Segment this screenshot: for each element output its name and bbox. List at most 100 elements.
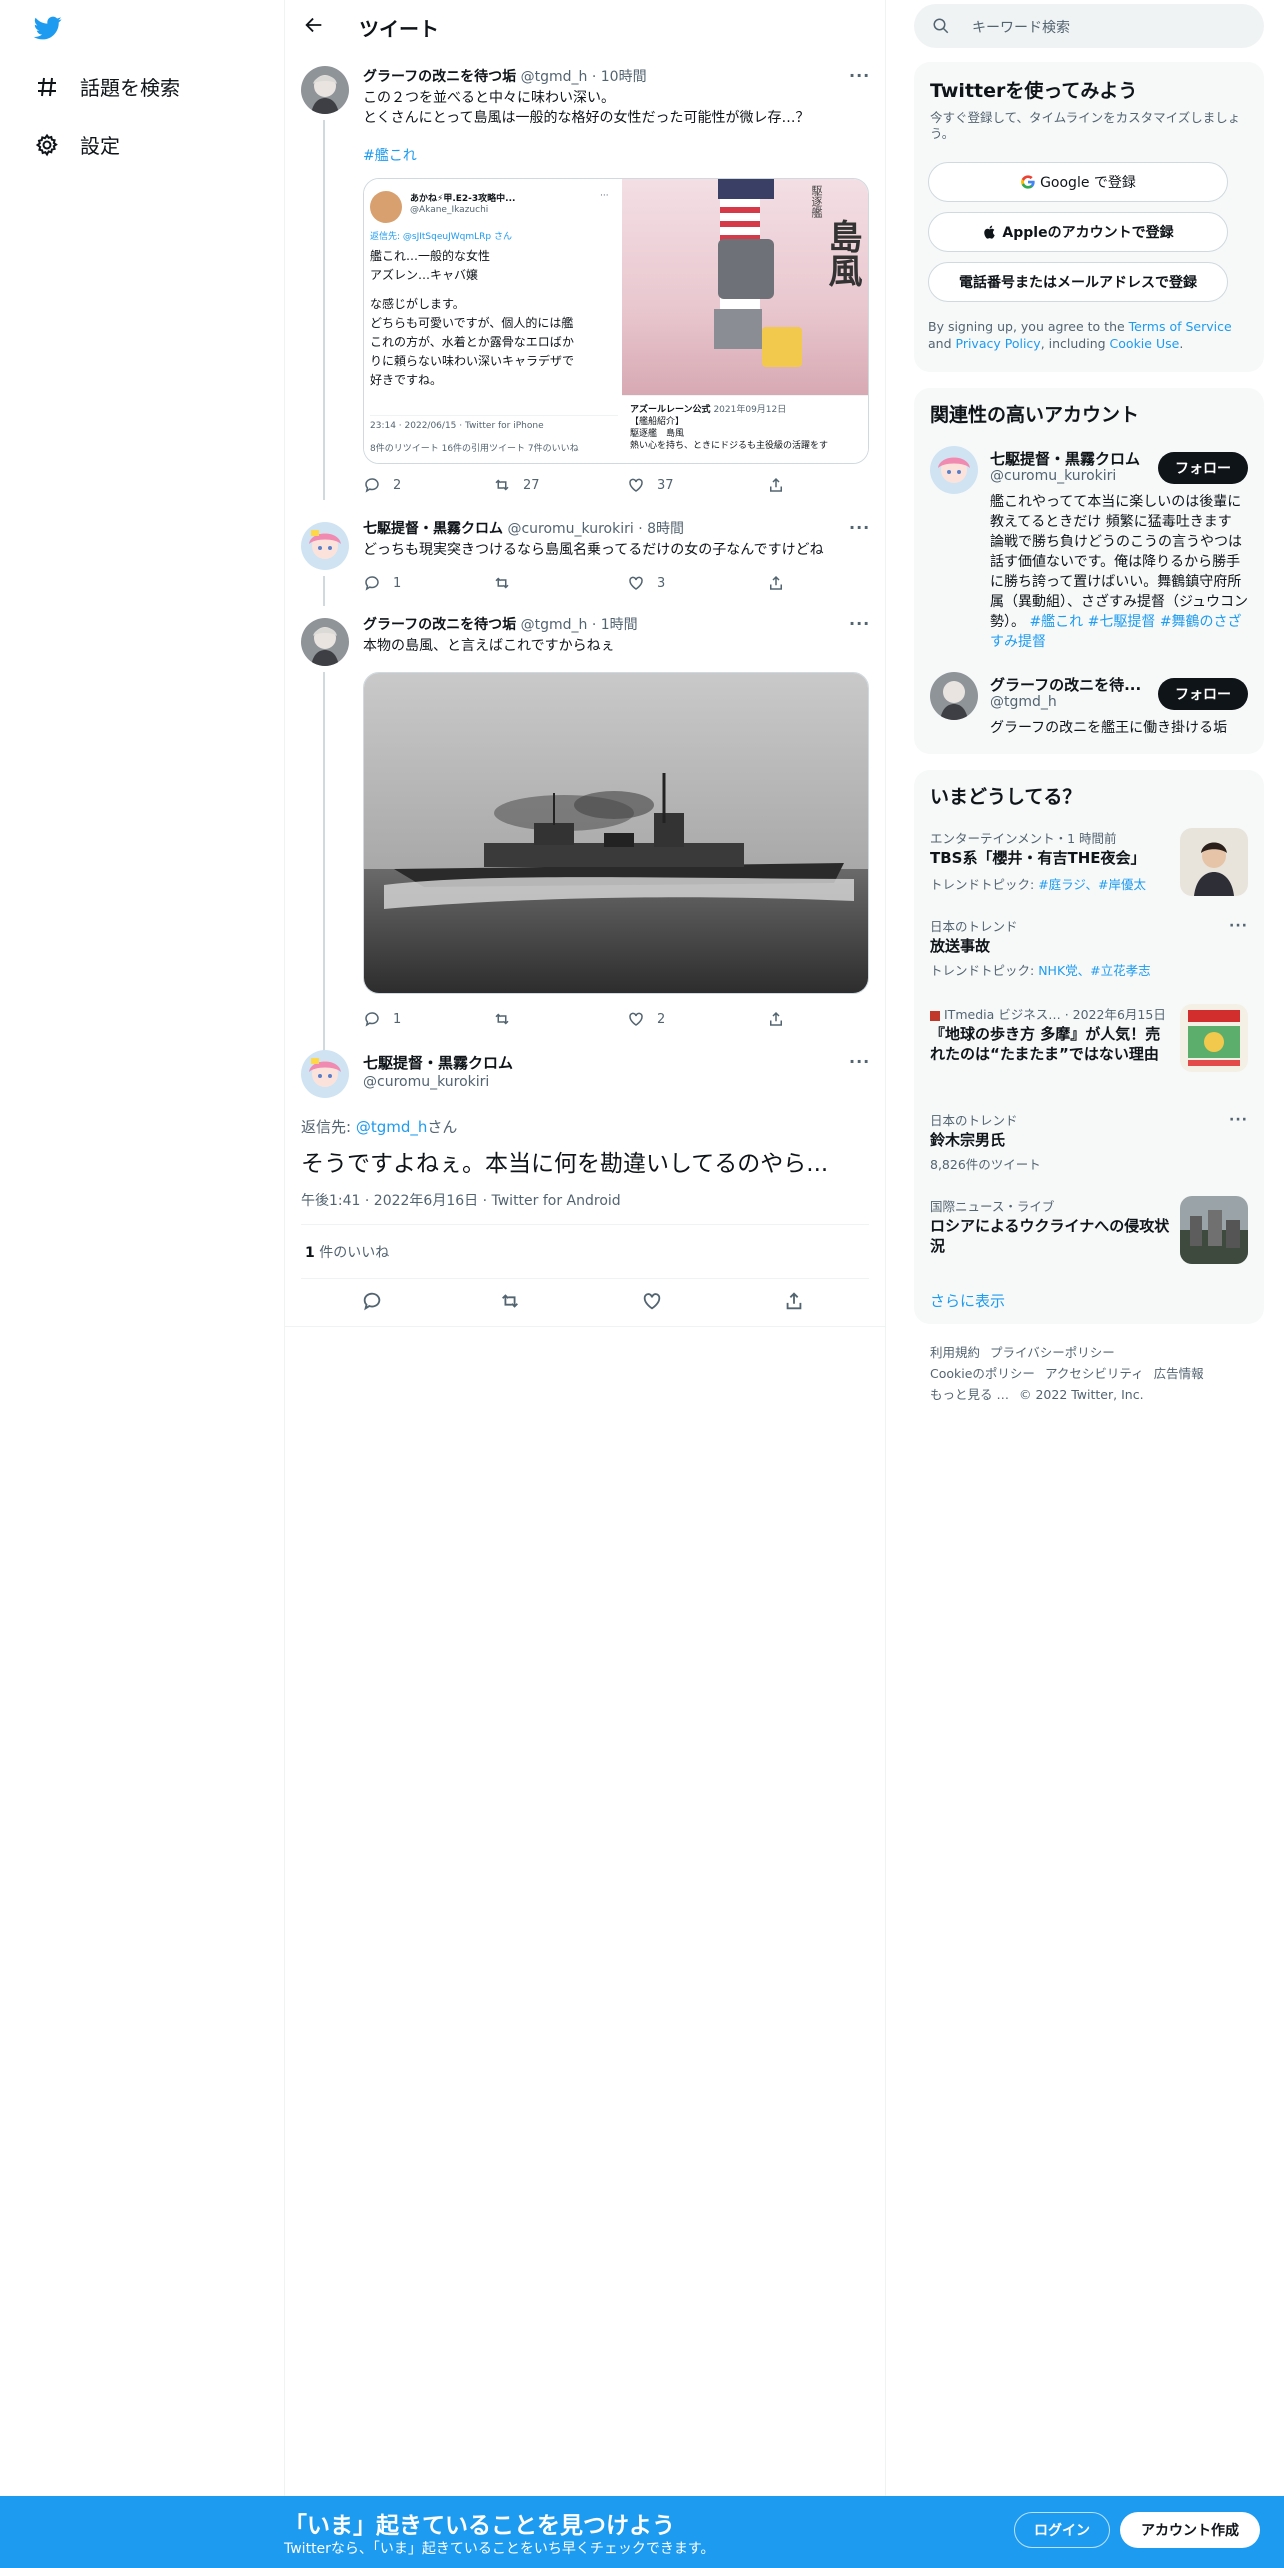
author-name[interactable]: 七駆提督・黒霧クロム [363, 521, 503, 537]
follow-button[interactable]: フォロー [1158, 678, 1248, 710]
retweet-button[interactable] [493, 574, 523, 592]
twitter-logo-icon[interactable] [32, 14, 64, 44]
footer-more-link[interactable]: もっと見る … [930, 1387, 1009, 1402]
more-options-icon[interactable]: ··· [1229, 918, 1248, 934]
poster-title: 島風 [822, 219, 862, 287]
quote-body: 艦これ…一般的な女性 アズレン…キャバ嬢 な感じがします。 どちらも可愛いですが… [370, 247, 618, 390]
avatar[interactable] [301, 522, 349, 570]
trend-item[interactable]: 日本のトレンド 放送事故 トレンドトピック: NHK党、#立花孝志 ··· [914, 916, 1264, 978]
account-handle[interactable]: @curomu_kurokiri [990, 468, 1116, 484]
avatar[interactable] [301, 1050, 349, 1098]
trend-title: 放送事故 [930, 937, 991, 955]
share-button[interactable] [783, 1290, 807, 1314]
tweet-text-line: この２つを並べると中々に味わい深い。 [363, 90, 615, 106]
trend-title: 『地球の歩き方 多摩』が人気！売れたのは“たまたま”ではない理由 [930, 1025, 1161, 1063]
trends-title: いまどうしてる？ [930, 786, 1082, 808]
signup-button[interactable]: アカウント作成 [1120, 2512, 1260, 2548]
phone-signup-label: 電話番号またはメールアドレスで登録 [959, 275, 1197, 291]
show-more-link[interactable]: さらに表示 [930, 1290, 1005, 1311]
retweet-button[interactable] [493, 1010, 523, 1028]
tweet-3[interactable]: グラーフの改ニを待つ垢 @tgmd_h · 1時間 ··· 本物の島風、と言えば… [285, 614, 885, 1082]
trend-item[interactable]: エンターテインメント・1 時間前 TBS系「櫻井・有吉THE夜会」 トレンドトピ… [914, 828, 1264, 900]
footer-link[interactable]: アクセシビリティ [1045, 1366, 1144, 1381]
more-options-icon[interactable]: ··· [849, 518, 869, 537]
tweet-1[interactable]: グラーフの改ニを待つ垢 @tgmd_h · 10時間 ··· この２つを並べると… [285, 62, 885, 502]
related-account[interactable]: 七駆提督・黒霧クロム @curomu_kurokiri フォロー 艦これやってて… [914, 446, 1264, 656]
like-button[interactable]: 37 [627, 476, 674, 494]
more-options-icon[interactable]: ··· [1229, 1112, 1248, 1128]
author-name[interactable]: 七駆提督・黒霧クロム [363, 1052, 513, 1073]
reply-handle-link[interactable]: @tgmd_h [356, 1118, 428, 1136]
reply-to: 返信先: @tgmd_hさん [301, 1116, 457, 1137]
avatar[interactable] [301, 618, 349, 666]
nav-settings[interactable]: 設定 [34, 130, 120, 159]
like-button[interactable]: 3 [627, 574, 665, 592]
reply-button[interactable]: 2 [363, 476, 401, 494]
reply-button[interactable] [361, 1290, 385, 1314]
retweet-button[interactable] [499, 1290, 523, 1314]
tweet-time[interactable]: 8時間 [647, 521, 684, 537]
reply-button[interactable]: 1 [363, 1010, 401, 1028]
login-button[interactable]: ログイン [1014, 2512, 1110, 2548]
phone-signup-button[interactable]: 電話番号またはメールアドレスで登録 [928, 262, 1228, 302]
share-icon [770, 1011, 782, 1026]
privacy-policy-link[interactable]: Privacy Policy [956, 336, 1041, 351]
quote-more-icon: ··· [600, 191, 609, 201]
tweet-time[interactable]: 10時間 [601, 69, 647, 85]
tweet-timestamp[interactable]: 午後1:41 · 2022年6月16日 · Twitter for Androi… [301, 1190, 621, 1210]
more-options-icon[interactable]: ··· [849, 66, 869, 85]
search-placeholder: キーワード検索 [972, 20, 1070, 36]
trend-item[interactable]: 国際ニュース・ライブ ロシアによるウクライナへの侵攻状況 [914, 1196, 1264, 1266]
hashtag-link[interactable]: #艦これ [363, 148, 417, 164]
nav-explore[interactable]: 話題を検索 [34, 72, 180, 101]
tweet-2[interactable]: 七駆提督・黒霧クロム @curomu_kurokiri · 8時間 ··· どっ… [285, 518, 885, 606]
likes-summary[interactable]: 1 件のいいね [305, 1242, 389, 1262]
quote-image-card[interactable]: あかね⚡甲.E2-3攻略中... @Akane_Ikazuchi ··· 返信先… [363, 178, 869, 464]
avatar[interactable] [930, 446, 978, 494]
google-signup-button[interactable]: Google で登録 [928, 162, 1228, 202]
footer-link[interactable]: 広告情報 [1154, 1366, 1204, 1381]
terms-text: . [1179, 336, 1184, 351]
footer-link[interactable]: プライバシーポリシー [990, 1345, 1115, 1360]
account-name[interactable]: 七駆提督・黒霧クロム [990, 448, 1140, 469]
trend-sub-links[interactable]: NHK党、#立花孝志 [1038, 963, 1150, 978]
avatar[interactable] [301, 66, 349, 114]
avatar[interactable] [930, 672, 978, 720]
account-bio-tags[interactable]: #艦これ #七駆提督 #舞鶴のさざすみ提督 [990, 614, 1242, 650]
author-handle[interactable]: @curomu_kurokiri [507, 521, 633, 537]
ship-photo[interactable] [363, 672, 869, 994]
terms-of-service-link[interactable]: Terms of Service [1129, 319, 1232, 334]
cookie-use-link[interactable]: Cookie Use [1110, 336, 1180, 351]
retweet-button[interactable]: 27 [493, 476, 540, 494]
author-handle[interactable]: @tgmd_h [521, 617, 588, 633]
copyright: © 2022 Twitter, Inc. [1018, 1387, 1144, 1402]
author-name[interactable]: グラーフの改ニを待つ垢 [363, 617, 516, 633]
account-name[interactable]: グラーフの改ニを待... [990, 674, 1141, 695]
more-options-icon[interactable]: ··· [849, 614, 869, 633]
trend-sub-links[interactable]: #庭ラジ、#岸優太 [1038, 877, 1146, 892]
account-handle[interactable]: @tgmd_h [990, 694, 1057, 710]
back-arrow-icon[interactable] [303, 14, 329, 40]
search-box[interactable]: キーワード検索 [914, 4, 1264, 48]
share-button[interactable] [767, 574, 797, 592]
reply-count: 1 [393, 1011, 402, 1027]
related-account[interactable]: グラーフの改ニを待... @tgmd_h フォロー グラーフの改ニを艦王に働き掛… [914, 672, 1264, 742]
trend-item[interactable]: 日本のトレンド 鈴木宗男氏 8,826件のツイート ··· [914, 1110, 1264, 1172]
like-button[interactable] [641, 1290, 665, 1314]
author-handle[interactable]: @curomu_kurokiri [363, 1074, 489, 1090]
author-handle[interactable]: @tgmd_h [521, 69, 588, 85]
footer-link[interactable]: Cookieのポリシー [930, 1366, 1035, 1381]
tweet-time[interactable]: 1時間 [601, 617, 638, 633]
apple-signup-button[interactable]: Appleのアカウントで登録 [928, 212, 1228, 252]
share-button[interactable] [767, 476, 797, 494]
tweet-actions: 1 3 [363, 574, 803, 594]
share-button[interactable] [767, 1010, 797, 1028]
reply-button[interactable]: 1 [363, 574, 401, 592]
like-button[interactable]: 2 [627, 1010, 665, 1028]
footer-link[interactable]: 利用規約 [930, 1345, 980, 1360]
author-name[interactable]: グラーフの改ニを待つ垢 [363, 69, 516, 85]
more-options-icon[interactable]: ··· [849, 1052, 869, 1071]
footer-row: もっと見る … © 2022 Twitter, Inc. [930, 1384, 1260, 1405]
trend-item[interactable]: ITmedia ビジネス… · 2022年6月15日 『地球の歩き方 多摩』が人… [914, 1004, 1264, 1090]
follow-button[interactable]: フォロー [1158, 452, 1248, 484]
